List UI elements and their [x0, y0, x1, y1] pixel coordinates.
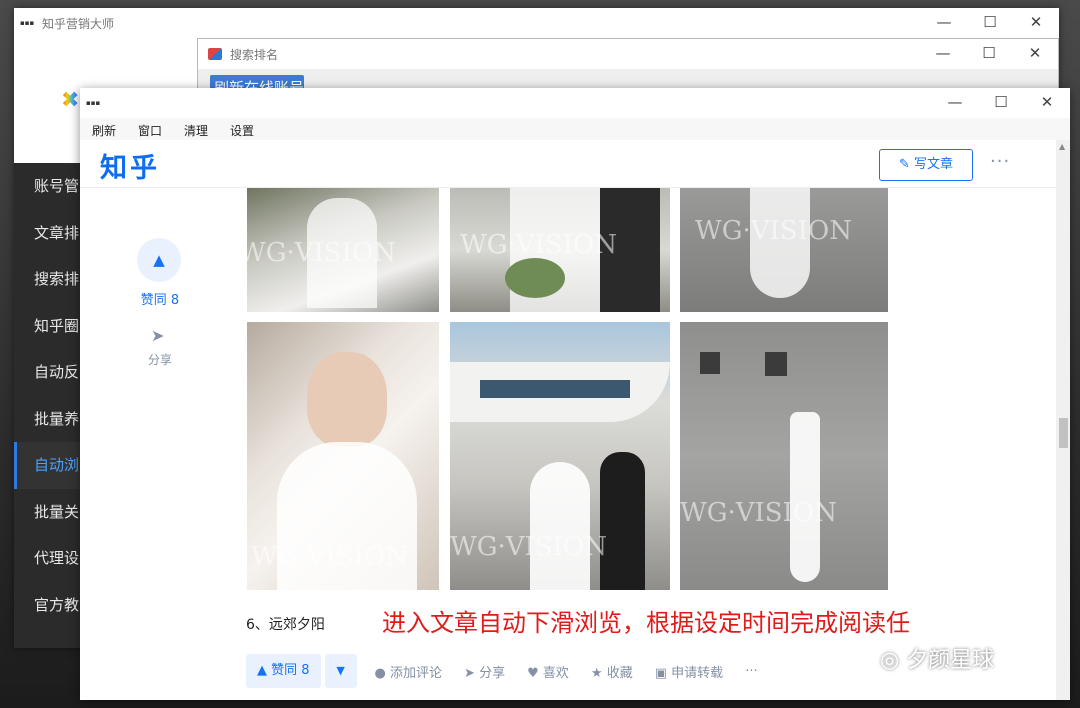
- window-controls: — ☐ ✕: [920, 39, 1058, 69]
- face-shape: [307, 352, 387, 447]
- sidebar-item-article-rank[interactable]: 文章排: [14, 210, 84, 257]
- more-actions-button[interactable]: ···: [745, 664, 757, 679]
- article-photo-3[interactable]: WG·VISION: [680, 188, 888, 312]
- scroll-thumb[interactable]: [1059, 418, 1068, 448]
- write-article-label: 写文章: [914, 157, 954, 172]
- sidebar-item-auto-browse[interactable]: 自动浏: [14, 442, 84, 489]
- maximize-button[interactable]: ☐: [978, 88, 1024, 118]
- write-article-button[interactable]: ✎ 写文章: [879, 149, 973, 181]
- scroll-up-arrow-icon[interactable]: ▲: [1059, 142, 1065, 151]
- article-photo-6[interactable]: WG·VISION: [680, 322, 888, 590]
- vote-count-label[interactable]: 赞同 8: [130, 289, 190, 308]
- main-app-title: 知乎营销大师: [42, 16, 115, 31]
- sidebar-item-batch-follow[interactable]: 批量关: [14, 489, 84, 536]
- share-action-label: 分享: [479, 665, 506, 681]
- paper-plane-icon[interactable]: ➤: [151, 326, 164, 345]
- repost-label: 申请转载: [671, 665, 724, 681]
- main-sidebar: 账号管 文章排 搜索排 知乎圈 自动反 批量养 自动浏 批量关 代理设 官方教: [14, 163, 84, 648]
- vote-up-pill-button[interactable]: ▲ 赞同 8: [246, 654, 321, 688]
- browser-menubar: 刷新 窗口 清理 设置: [80, 118, 1070, 140]
- answer-action-bar: ▲ 赞同 8 ▼ ● 添加评论 ➤ 分享 ♥ 喜欢 ★ 收藏 ▣ 申请转载 ··…: [246, 654, 780, 688]
- article-photo-1[interactable]: WG·VISION: [247, 188, 439, 312]
- window-controls: — ☐ ✕: [921, 8, 1059, 38]
- vertical-scrollbar[interactable]: ▲: [1056, 140, 1070, 700]
- sidebar-item-circle[interactable]: 知乎圈: [14, 303, 84, 350]
- collect-label: 收藏: [606, 665, 633, 681]
- wechat-watermark: ◎ 夕颜星球: [880, 642, 994, 674]
- speech-bubble-icon: ●: [374, 665, 386, 681]
- zhihu-header: 知乎 ✎ 写文章 ···: [80, 140, 1070, 188]
- edit-icon: ✎: [898, 157, 910, 172]
- sidebar-item-proxy[interactable]: 代理设: [14, 535, 84, 582]
- collect-button[interactable]: ★ 收藏: [591, 662, 633, 681]
- browser-window: ▪▪▪ — ☐ ✕ 刷新 窗口 清理 设置 知乎 ✎ 写文章 ··· ▲ 赞同 …: [80, 88, 1070, 700]
- photo-watermark: WG·VISION: [450, 532, 607, 562]
- paper-plane-icon: ➤: [464, 665, 475, 681]
- close-button[interactable]: ✕: [1024, 88, 1070, 118]
- main-app-titlebar: ▪▪▪ 知乎营销大师 — ☐ ✕: [14, 8, 1059, 38]
- sidebar-item-tutorial[interactable]: 官方教: [14, 582, 84, 629]
- maximize-button[interactable]: ☐: [967, 8, 1013, 38]
- search-rank-titlebar: 搜索排名 — ☐ ✕: [198, 39, 1058, 69]
- wechat-watermark-text: 夕颜星球: [906, 648, 995, 673]
- article-photo-2[interactable]: WG·VISION: [450, 188, 670, 312]
- star-icon: ★: [590, 665, 603, 681]
- photo-caption: 6、远郊夕阳: [246, 617, 325, 633]
- browser-titlebar: ▪▪▪ — ☐ ✕: [80, 88, 1070, 118]
- vote-up-button[interactable]: ▲: [137, 238, 181, 282]
- annotation-text: 进入文章自动下滑浏览，根据设定时间完成阅读任: [382, 609, 910, 637]
- window-controls: — ☐ ✕: [932, 88, 1070, 118]
- vote-down-button[interactable]: ▼: [324, 654, 357, 688]
- sidebar-item-search-rank[interactable]: 搜索排: [14, 256, 84, 303]
- article-photo-4[interactable]: WG·VISION: [247, 322, 439, 590]
- like-label: 喜欢: [542, 665, 569, 681]
- app-logo-icon: ✖: [61, 88, 80, 113]
- minimize-button[interactable]: —: [921, 8, 967, 38]
- close-button[interactable]: ✕: [1013, 8, 1059, 38]
- menu-window[interactable]: 窗口: [126, 118, 172, 140]
- sidebar-item-auto-feedback[interactable]: 自动反: [14, 349, 84, 396]
- repost-icon: ▣: [654, 665, 668, 681]
- minimize-button[interactable]: —: [932, 88, 978, 118]
- triangle-up-icon: ▲: [153, 251, 165, 269]
- app-icon: ▪▪▪: [86, 99, 101, 107]
- photo-watermark: WG·VISION: [251, 542, 408, 572]
- article-photo-5[interactable]: WG·VISION: [450, 322, 670, 590]
- dress-shape: [530, 462, 590, 590]
- window-shape: [480, 380, 630, 398]
- heart-icon: ♥: [527, 665, 539, 681]
- photo-watermark: WG·VISION: [680, 498, 837, 528]
- bouquet-shape: [505, 258, 565, 298]
- add-comment-button[interactable]: ● 添加评论: [375, 662, 443, 681]
- photo-watermark: WG·VISION: [695, 216, 852, 246]
- dress-shape: [790, 412, 820, 582]
- menu-settings[interactable]: 设置: [218, 118, 264, 140]
- menu-clean[interactable]: 清理: [172, 118, 218, 140]
- share-label[interactable]: 分享: [130, 351, 190, 368]
- add-comment-label: 添加评论: [390, 665, 443, 681]
- repost-request-button[interactable]: ▣ 申请转载: [655, 662, 723, 681]
- window-form-icon: [208, 48, 222, 60]
- suit-shape: [600, 452, 645, 590]
- minimize-button[interactable]: —: [920, 39, 966, 69]
- photo-watermark: WG·VISION: [460, 230, 617, 260]
- sidebar-item-batch-nurture[interactable]: 批量养: [14, 396, 84, 443]
- photo-watermark: WG·VISION: [247, 238, 396, 268]
- menu-refresh[interactable]: 刷新: [80, 118, 126, 140]
- wall-window-shape: [700, 352, 720, 374]
- share-button[interactable]: ➤ 分享: [464, 662, 505, 681]
- search-rank-title: 搜索排名: [230, 47, 279, 62]
- like-button[interactable]: ♥ 喜欢: [527, 662, 569, 681]
- sidebar-item-account[interactable]: 账号管: [14, 163, 84, 210]
- wall-window-shape: [765, 352, 787, 376]
- maximize-button[interactable]: ☐: [966, 39, 1012, 69]
- close-button[interactable]: ✕: [1012, 39, 1058, 69]
- app-icon: ▪▪▪: [20, 19, 35, 27]
- zhihu-logo[interactable]: 知乎: [100, 146, 160, 185]
- wechat-icon: ◎: [880, 648, 900, 673]
- more-options-button[interactable]: ···: [990, 151, 1010, 172]
